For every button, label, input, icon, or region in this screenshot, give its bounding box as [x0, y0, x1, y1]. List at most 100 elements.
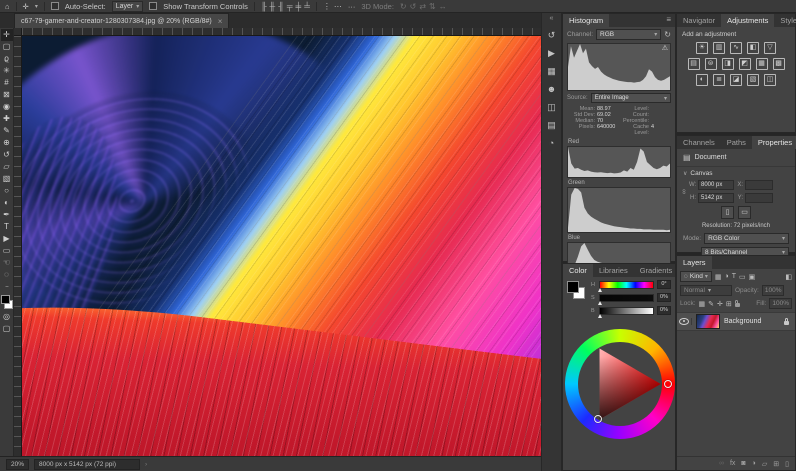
character-panel-icon[interactable]: ▤	[544, 118, 559, 133]
toolbar-more[interactable]: ···	[1, 281, 13, 293]
quick-mask-tool[interactable]: ◎	[1, 311, 13, 323]
ruler-horizontal[interactable]	[22, 28, 541, 36]
new-group-icon[interactable]: ▱	[762, 460, 767, 468]
auto-select-dropdown[interactable]: Layer ▾	[112, 1, 144, 12]
marquee-tool[interactable]: ▢	[1, 41, 13, 53]
lock-artboard-icon[interactable]: ⊞	[726, 300, 732, 308]
link-dimensions-icon[interactable]: ∞	[680, 189, 687, 194]
layer-mask-icon[interactable]: ◙	[741, 460, 745, 467]
cached-data-warning-icon[interactable]: ⚠	[662, 44, 668, 52]
hue-slider-knob[interactable]	[598, 288, 602, 292]
canvas-section-header[interactable]: ∨ Canvas	[677, 167, 795, 178]
height-field[interactable]: 5142 px	[698, 193, 734, 203]
3d-pan-icon[interactable]: ⇄	[419, 2, 426, 11]
color-marker[interactable]	[594, 415, 602, 423]
layer-effects-icon[interactable]: fx	[730, 460, 735, 467]
color-wheel[interactable]	[565, 329, 675, 439]
eraser-tool[interactable]: ▱	[1, 161, 13, 173]
tab-libraries[interactable]: Libraries	[593, 264, 634, 277]
path-selection-tool[interactable]: ▶	[1, 233, 13, 245]
lasso-tool[interactable]: ϱ	[1, 53, 13, 65]
info-panel-icon[interactable]: ▦	[544, 64, 559, 79]
channel-mixer-icon[interactable]: ▦	[756, 58, 768, 70]
source-dropdown[interactable]: Entire Image ▾	[591, 93, 671, 103]
filter-adjustment-icon[interactable]: ◑	[725, 273, 729, 281]
history-panel-icon[interactable]: ↺	[544, 28, 559, 43]
expand-panels-icon[interactable]: «	[550, 13, 554, 25]
history-brush-tool[interactable]: ↺	[1, 149, 13, 161]
3d-roll-icon[interactable]: ↺	[410, 2, 417, 11]
saturation-slider-track[interactable]	[599, 294, 654, 302]
move-tool[interactable]: ✛	[1, 29, 13, 41]
hue-saturation-icon[interactable]: ▤	[688, 58, 700, 70]
type-tool[interactable]: T	[1, 221, 13, 233]
auto-select-checkbox[interactable]	[51, 2, 59, 10]
foreground-color-swatch[interactable]	[567, 281, 579, 293]
hand-tool[interactable]: ☜	[1, 257, 13, 269]
home-icon[interactable]: ⌂	[5, 2, 10, 11]
clone-source-panel-icon[interactable]: ☻	[544, 82, 559, 97]
mode-dropdown[interactable]: RGB Color ▾	[704, 233, 789, 244]
blend-mode-dropdown[interactable]: Normal ▾	[680, 285, 732, 296]
more-options-icon[interactable]: ···	[348, 2, 356, 11]
healing-brush-tool[interactable]: ✚	[1, 113, 13, 125]
clone-stamp-tool[interactable]: ⊕	[1, 137, 13, 149]
invert-icon[interactable]: ◐	[696, 74, 708, 86]
width-field[interactable]: 8000 px	[698, 180, 734, 190]
y-field[interactable]	[745, 193, 773, 203]
fill-field[interactable]: 100%	[769, 298, 792, 309]
timeline-panel-icon[interactable]: ◔	[544, 136, 559, 151]
delete-layer-icon[interactable]: ▯	[785, 460, 789, 468]
filter-toggle-icon[interactable]: ◧	[785, 273, 792, 281]
lock-transparent-icon[interactable]: ▦	[699, 300, 706, 308]
photo-filter-icon[interactable]: ◩	[739, 58, 751, 70]
curves-icon[interactable]: ∿	[730, 42, 742, 54]
ruler-vertical[interactable]	[14, 36, 22, 456]
tool-preset-arrow-icon[interactable]: ▾	[35, 3, 38, 10]
shape-tool[interactable]: ▭	[1, 245, 13, 257]
tab-styles[interactable]: Styles	[774, 14, 796, 27]
filter-pixel-icon[interactable]: ▦	[715, 273, 722, 281]
filter-type-icon[interactable]: T	[732, 273, 736, 281]
tab-navigator[interactable]: Navigator	[677, 14, 721, 27]
eyedropper-tool[interactable]: ◉	[1, 101, 13, 113]
screen-mode-tool[interactable]: ▢	[1, 323, 13, 335]
status-chevron-icon[interactable]: ›	[145, 461, 147, 468]
link-layers-icon[interactable]: ∞	[719, 460, 724, 467]
exposure-icon[interactable]: ◧	[747, 42, 759, 54]
saturation-slider-value[interactable]: 0%	[657, 293, 671, 302]
brush-tool[interactable]: ✎	[1, 125, 13, 137]
gradient-tool[interactable]: ▧	[1, 173, 13, 185]
tab-color[interactable]: Color	[563, 264, 593, 277]
distribute-horizontal-icon[interactable]: ⋯	[334, 2, 342, 11]
canvas-image[interactable]	[22, 36, 541, 456]
3d-orbit-icon[interactable]: ↻	[400, 2, 407, 11]
tab-paths[interactable]: Paths	[721, 136, 752, 149]
filter-smart-object-icon[interactable]: ▣	[749, 273, 756, 281]
blur-tool[interactable]: ○	[1, 185, 13, 197]
brightness-contrast-icon[interactable]: ☀	[696, 42, 708, 54]
posterize-icon[interactable]: ≣	[713, 74, 725, 86]
align-bottom-icon[interactable]: ╧	[304, 2, 310, 11]
layer-visibility-cell[interactable]	[677, 318, 692, 325]
brightness-slider-track[interactable]	[599, 307, 654, 315]
tab-adjustments[interactable]: Adjustments	[721, 14, 774, 27]
tab-histogram[interactable]: Histogram	[563, 14, 609, 27]
new-layer-icon[interactable]: ⊞	[773, 460, 779, 468]
layer-thumbnail[interactable]	[696, 314, 720, 329]
foreground-background-swatches[interactable]	[1, 295, 13, 309]
lock-position-icon[interactable]: ✛	[717, 300, 723, 308]
uncached-refresh-icon[interactable]: ↻	[664, 30, 671, 39]
document-tab[interactable]: c67-79-gamer-and-creator-1280307384.jpg …	[14, 13, 229, 28]
filter-shape-icon[interactable]: ▭	[739, 273, 746, 281]
tab-layers[interactable]: Layers	[677, 256, 712, 269]
3d-slide-icon[interactable]: ⇅	[429, 2, 436, 11]
landscape-icon[interactable]: ▭	[738, 206, 751, 219]
opacity-field[interactable]: 100%	[762, 285, 785, 296]
zoom-level-field[interactable]: 20%	[6, 459, 29, 470]
object-selection-tool[interactable]: ✳	[1, 65, 13, 77]
levels-icon[interactable]: ▥	[713, 42, 725, 54]
align-center-h-icon[interactable]: ╫	[270, 2, 276, 11]
layer-row-background[interactable]: Background	[677, 312, 795, 331]
new-adjustment-layer-icon[interactable]: ◑	[752, 460, 756, 467]
